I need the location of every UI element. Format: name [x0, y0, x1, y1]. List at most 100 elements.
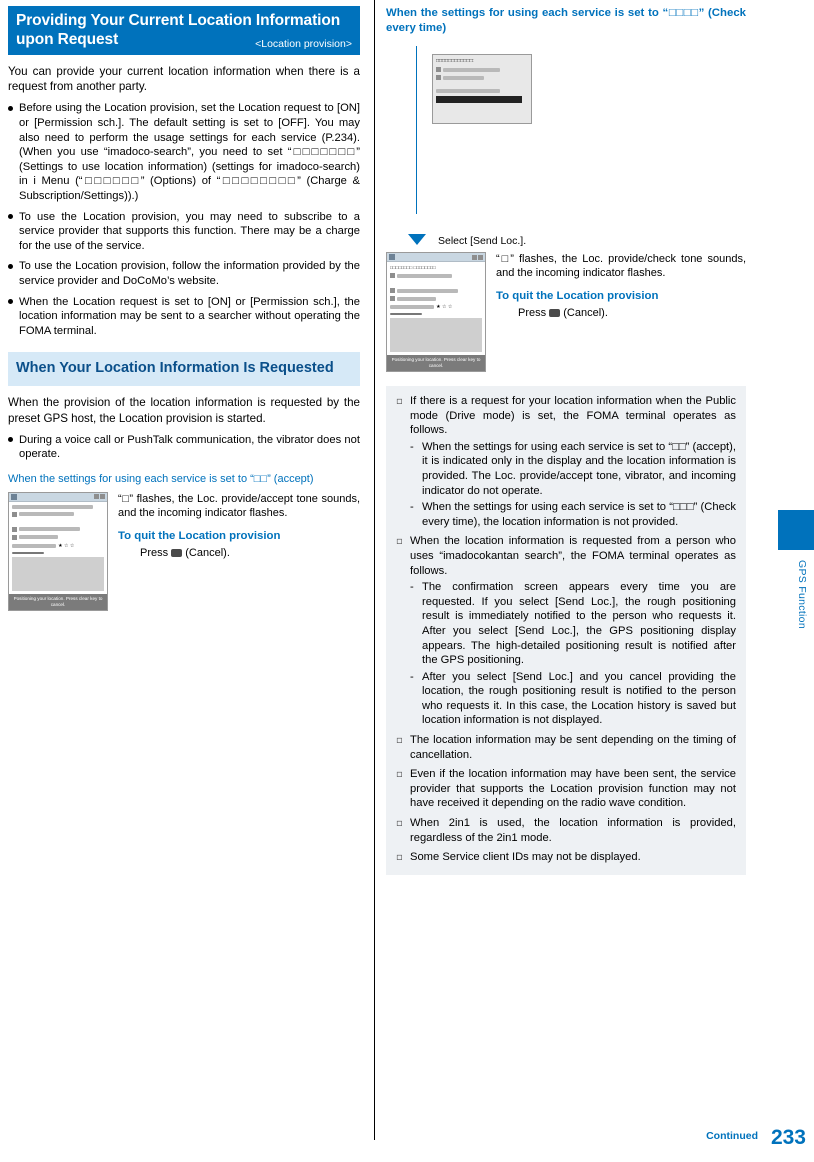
right-figure-1: □□□□□□□□□□□□: Select [Send Loc.].	[386, 46, 746, 247]
bullet-dot-icon	[8, 437, 13, 443]
clear-key-icon	[549, 308, 561, 317]
list-item-text: To use the Location provision, you may n…	[19, 210, 360, 252]
screen-row	[390, 288, 482, 293]
screen-row	[436, 75, 528, 80]
left-column: Providing Your Current Location Informat…	[8, 6, 360, 611]
list-item: To use the Location provision, you may n…	[8, 210, 360, 254]
list-item: - When the settings for using each servic…	[410, 500, 736, 529]
list-marker-icon	[436, 67, 441, 72]
note-subtext: When the settings for using each service…	[422, 440, 736, 497]
screen-row	[390, 273, 482, 278]
note-marker-icon: ▫	[396, 735, 403, 747]
screen-row	[436, 67, 528, 72]
signal-icon	[11, 493, 17, 500]
list-item-text: When the Location request is set to [ON]…	[19, 295, 360, 337]
note-text: When the location information is request…	[410, 535, 736, 577]
bullet-dot-icon	[8, 299, 13, 305]
positioning-illustration	[12, 556, 104, 591]
list-item: ▫ Even if the location information may h…	[396, 767, 736, 811]
left-bullet-list-2: During a voice call or PushTalk communic…	[8, 433, 360, 462]
list-item: Before using the Location provision, set…	[8, 101, 360, 203]
list-item: - When the settings for using each servic…	[410, 440, 736, 498]
screen-row-stars: ★ ☆ ☆	[12, 543, 104, 549]
column-divider	[374, 0, 375, 1140]
statusbar-right-icons	[472, 254, 483, 260]
flow-arrow-group	[408, 232, 426, 250]
left-quit-instruction: Press (Cancel).	[118, 546, 360, 560]
down-arrow-icon	[408, 234, 426, 245]
list-item: - The confirmation screen appears every t…	[410, 580, 736, 668]
right-column: When the settings for using each service…	[386, 0, 746, 875]
screen-text-line	[12, 543, 57, 548]
list-item-text: To use the Location provision, follow th…	[19, 260, 360, 287]
list-item: - After you select [Send Loc.] and you ca…	[410, 670, 736, 728]
screen-row	[12, 534, 104, 540]
phone-footer-text: Positioning your location. Press clear k…	[387, 355, 485, 371]
screen-text-line	[443, 67, 501, 72]
left-figure-group: ★ ☆ ☆ Positioning your location. Press c…	[8, 491, 360, 611]
clock-icon	[478, 254, 483, 260]
left-bullet-list: Before using the Location provision, set…	[8, 101, 360, 338]
page-number: 233	[770, 1126, 806, 1149]
note-marker-icon: ▫	[396, 769, 403, 781]
screen-text-line	[397, 273, 453, 278]
section-paragraph: When the provision of the location infor…	[8, 396, 360, 425]
page-footer: Continued 233	[0, 1122, 814, 1152]
subsection-header: When Your Location Information Is Reques…	[8, 352, 360, 387]
screen-text-line	[443, 75, 485, 80]
phone-statusbar	[9, 492, 107, 502]
positioning-illustration	[390, 318, 482, 352]
bullet-dot-icon	[8, 105, 13, 111]
notes-list: ▫ If there is a request for your locatio…	[396, 394, 736, 865]
press-tail: (Cancel).	[563, 306, 608, 319]
phone-screen-body: □□□□□□□□□□□□:	[433, 55, 531, 123]
list-item: To use the Location provision, follow th…	[8, 259, 360, 288]
list-marker-icon	[390, 296, 395, 301]
screen-underline	[390, 313, 423, 315]
list-item: During a voice call or PushTalk communic…	[8, 433, 360, 462]
screen-text-line	[390, 305, 435, 309]
note-marker-icon: ▫	[396, 852, 403, 864]
phone-footer-text: Positioning your location. Press clear k…	[9, 593, 107, 610]
note-sublist: - The confirmation screen appears every t…	[410, 580, 736, 728]
list-item: ▫ When 2in1 is used, the location inform…	[396, 816, 736, 845]
side-thumb-tab	[778, 510, 814, 550]
manual-page: Providing Your Current Location Informat…	[0, 0, 814, 1162]
list-marker-icon	[390, 288, 395, 293]
screen-row	[12, 526, 104, 532]
phone-screen-body: □□□□□□□□ □□□□□□□□ ★ ☆ ☆	[387, 262, 485, 355]
press-label: Press	[518, 306, 547, 319]
note-text: When 2in1 is used, the location informat…	[410, 817, 736, 844]
continued-label: Continued	[706, 1130, 758, 1142]
dash-icon: -	[410, 501, 414, 514]
right-caption: When the settings for using each service…	[386, 7, 746, 34]
confirm-prompt-text: □□□□□□□□□□□□:	[436, 58, 474, 64]
screen-row	[390, 296, 482, 301]
note-text: The location information may be sent dep…	[410, 734, 736, 761]
note-subtext: After you select [Send Loc.] and you can…	[422, 670, 736, 727]
clear-key-icon	[171, 548, 183, 557]
note-text: If there is a request for your location …	[410, 395, 736, 437]
list-item: ▫ If there is a request for your locatio…	[396, 394, 736, 529]
list-item: ▫ Some Service client IDs may not be dis…	[396, 850, 736, 865]
signal-stars: ★ ☆ ☆	[58, 542, 75, 549]
side-chapter-label: GPS Function	[796, 560, 808, 629]
note-text: Even if the location information may hav…	[410, 768, 736, 810]
screen-text-line	[12, 504, 93, 509]
screen-text-line	[436, 89, 501, 93]
dash-icon: -	[410, 581, 414, 594]
phone-screenshot-confirm: □□□□□□□□□□□□:	[432, 54, 532, 124]
phone-screenshot-positioning: □□□□□□□□ □□□□□□□□ ★ ☆ ☆ Positioning your…	[386, 252, 486, 372]
left-screenshot-caption: When the settings for using each service…	[8, 472, 314, 485]
right-note-text: “□” flashes, the Loc. provide/check tone…	[496, 253, 746, 280]
dash-icon: -	[410, 440, 414, 453]
right-figure-2: □□□□□□□□ □□□□□□□□ ★ ☆ ☆ Positioning your…	[386, 252, 746, 372]
screen-text-line	[19, 527, 80, 532]
bullet-dot-icon	[8, 214, 13, 220]
signal-icon	[389, 254, 395, 260]
left-figure-notes: “□” flashes, the Loc. provide/accept ton…	[118, 492, 360, 611]
screen-text-line	[19, 512, 75, 517]
battery-icon	[94, 494, 99, 500]
list-marker-icon	[12, 511, 17, 517]
clock-icon	[100, 494, 105, 500]
